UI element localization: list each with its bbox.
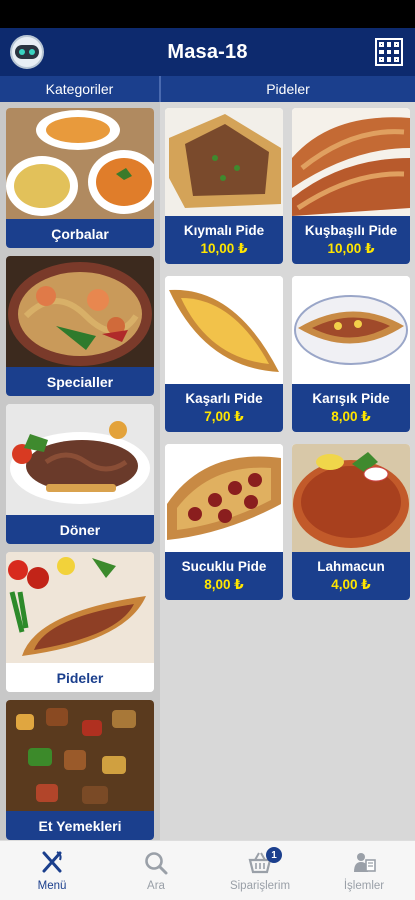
product-info: Kuşbaşılı Pide 10,00 ₺ bbox=[292, 216, 410, 264]
product-card[interactable]: Karışık Pide 8,00 ₺ bbox=[292, 276, 410, 432]
category-label: Pideler bbox=[6, 663, 154, 692]
product-price: 10,00 ₺ bbox=[327, 241, 375, 256]
product-price: 4,00 ₺ bbox=[331, 577, 371, 592]
category-image bbox=[6, 108, 154, 220]
products-heading: Pideler bbox=[161, 76, 415, 102]
category-label: Döner bbox=[6, 515, 154, 544]
product-info: Sucuklu Pide 8,00 ₺ bbox=[165, 552, 283, 600]
product-info: Kıymalı Pide 10,00 ₺ bbox=[165, 216, 283, 264]
product-image bbox=[165, 108, 283, 216]
product-image bbox=[292, 276, 410, 384]
category-label: Specialler bbox=[6, 367, 154, 396]
product-name: Kıymalı Pide bbox=[183, 223, 265, 238]
product-price: 8,00 ₺ bbox=[331, 409, 371, 424]
product-card[interactable]: Kıymalı Pide 10,00 ₺ bbox=[165, 108, 283, 264]
product-image bbox=[292, 108, 410, 216]
category-list: Çorbalar Specialler Döner Pideler Et Yem… bbox=[0, 102, 160, 840]
product-card[interactable]: Lahmacun 4,00 ₺ bbox=[292, 444, 410, 600]
tab-label: Menü bbox=[37, 880, 67, 892]
category-image bbox=[6, 256, 154, 368]
category-image bbox=[6, 404, 154, 516]
tab-orders[interactable]: 1 Siparişlerim bbox=[208, 841, 312, 900]
categories-heading: Kategoriler bbox=[0, 76, 159, 102]
product-price: 8,00 ₺ bbox=[204, 577, 244, 592]
app-logo[interactable] bbox=[10, 35, 44, 69]
product-name: Kaşarlı Pide bbox=[185, 391, 263, 406]
tab-label: Siparişlerim bbox=[229, 880, 291, 892]
orders-badge: 1 bbox=[266, 847, 282, 863]
product-card[interactable]: Kuşbaşılı Pide 10,00 ₺ bbox=[292, 108, 410, 264]
app-header: Masa-18 bbox=[0, 28, 415, 76]
tab-label: İşlemler bbox=[343, 880, 385, 892]
product-image bbox=[165, 444, 283, 552]
product-image bbox=[165, 276, 283, 384]
category-image bbox=[6, 552, 154, 664]
product-name: Lahmacun bbox=[317, 559, 385, 574]
category-label: Et Yemekleri bbox=[6, 811, 154, 840]
bottom-tab-bar: Menü Ara 1 Siparişlerim İşlemler bbox=[0, 840, 415, 900]
fork-knife-icon bbox=[42, 851, 62, 873]
product-grid: Kıymalı Pide 10,00 ₺ Kuşbaşılı Pide 10,0… bbox=[160, 102, 415, 840]
page-title: Masa-18 bbox=[167, 40, 248, 63]
tab-actions[interactable]: İşlemler bbox=[312, 841, 415, 900]
product-info: Lahmacun 4,00 ₺ bbox=[292, 552, 410, 600]
product-name: Sucuklu Pide bbox=[181, 559, 267, 574]
status-bar bbox=[0, 0, 415, 28]
category-card-specialler[interactable]: Specialler bbox=[6, 256, 154, 396]
grid-view-icon[interactable] bbox=[375, 38, 403, 66]
product-info: Kaşarlı Pide 7,00 ₺ bbox=[165, 384, 283, 432]
search-icon bbox=[145, 852, 168, 875]
category-card-pideler[interactable]: Pideler bbox=[6, 552, 154, 692]
user-tasks-icon bbox=[354, 853, 376, 872]
category-card-et-yemekleri[interactable]: Et Yemekleri bbox=[6, 700, 154, 840]
product-info: Karışık Pide 8,00 ₺ bbox=[292, 384, 410, 432]
category-card-corbalar[interactable]: Çorbalar bbox=[6, 108, 154, 248]
product-image bbox=[292, 444, 410, 552]
product-card[interactable]: Kaşarlı Pide 7,00 ₺ bbox=[165, 276, 283, 432]
product-price: 10,00 ₺ bbox=[200, 241, 248, 256]
tab-menu[interactable]: Menü bbox=[0, 841, 104, 900]
product-name: Kuşbaşılı Pide bbox=[304, 223, 398, 238]
tab-label: Ara bbox=[147, 880, 165, 892]
product-card[interactable]: Sucuklu Pide 8,00 ₺ bbox=[165, 444, 283, 600]
category-image bbox=[6, 700, 154, 812]
product-name: Karışık Pide bbox=[312, 391, 390, 406]
tab-search[interactable]: Ara bbox=[104, 841, 208, 900]
category-label: Çorbalar bbox=[6, 219, 154, 248]
category-card-doner[interactable]: Döner bbox=[6, 404, 154, 544]
product-price: 7,00 ₺ bbox=[204, 409, 244, 424]
